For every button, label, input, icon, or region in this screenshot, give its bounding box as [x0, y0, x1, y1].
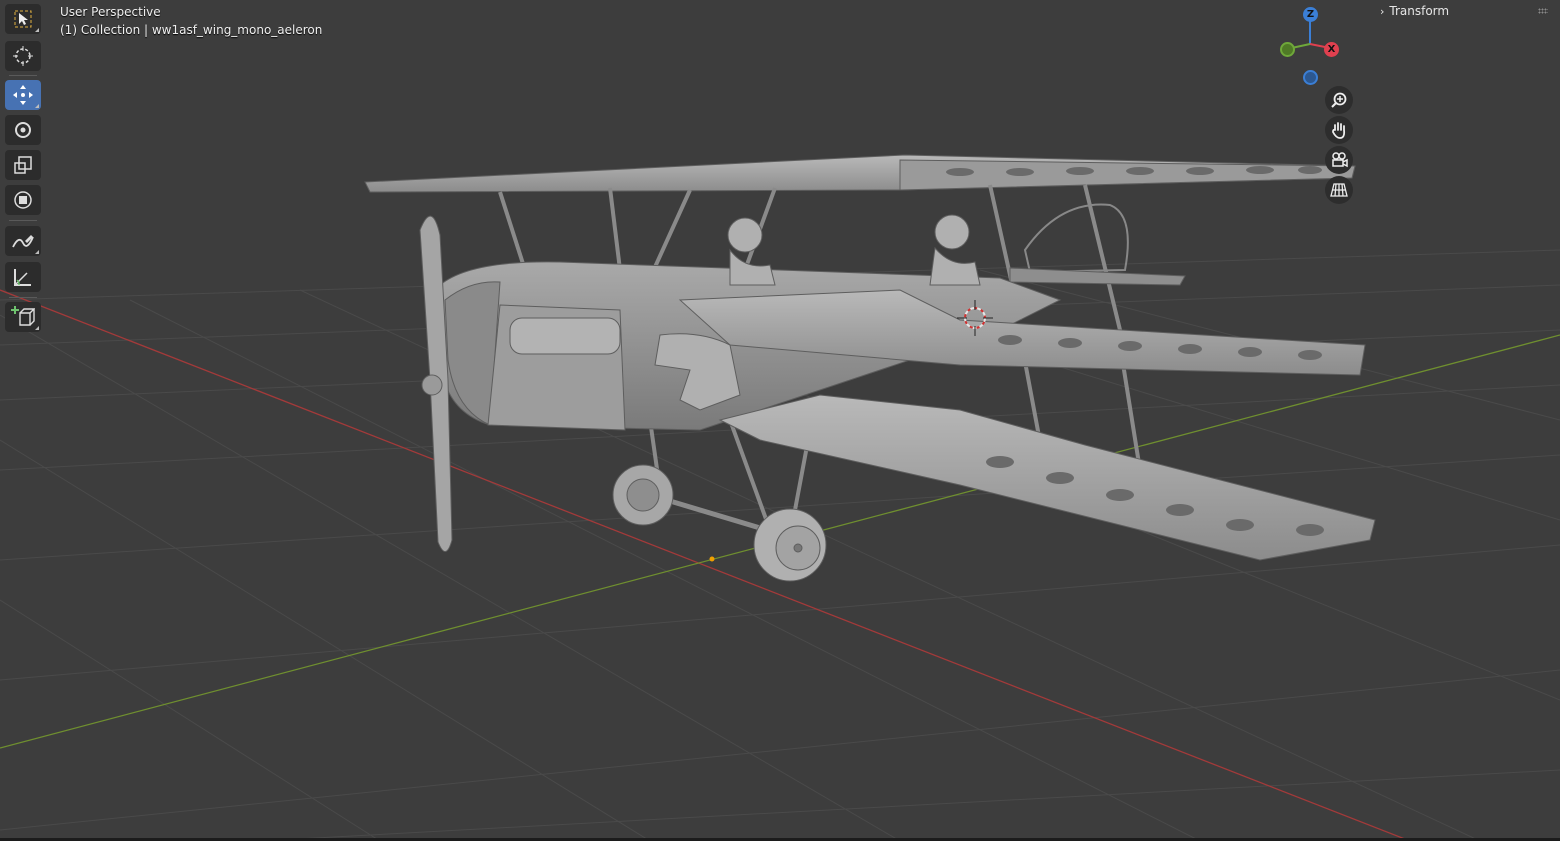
- gizmo-z-axis[interactable]: Z: [1303, 7, 1318, 22]
- x-axis-label: X: [1327, 44, 1336, 55]
- cursor-icon: [13, 46, 33, 66]
- measure-tool[interactable]: [5, 262, 41, 292]
- z-axis-label: Z: [1306, 9, 1315, 20]
- gizmo-x-axis[interactable]: X: [1324, 42, 1339, 57]
- hand-icon: [1332, 122, 1346, 139]
- transform-label: Transform: [1389, 4, 1450, 18]
- chevron-right-icon: ›: [1380, 4, 1385, 18]
- zoom-icon: [1331, 92, 1347, 108]
- gizmo-neg-z-axis[interactable]: [1303, 70, 1318, 85]
- move-tool[interactable]: [5, 80, 41, 110]
- scale-tool[interactable]: [5, 150, 41, 180]
- navigation-gizmo[interactable]: Z X: [1272, 2, 1352, 86]
- grid-icon: [1330, 183, 1348, 197]
- transform-tool[interactable]: [5, 185, 41, 215]
- add-cube-tool[interactable]: [5, 302, 41, 332]
- annotate-icon: [12, 235, 34, 248]
- annotate-tool[interactable]: [5, 226, 41, 256]
- rotate-icon: [15, 122, 31, 138]
- pan-button[interactable]: [1325, 116, 1353, 144]
- move-icon: [13, 85, 33, 105]
- viewport-mode-label: User Perspective: [60, 5, 161, 19]
- 3d-viewport[interactable]: User Perspective (1) Collection | ww1asf…: [0, 0, 1560, 841]
- world-origin: [709, 556, 715, 562]
- cursor-tool[interactable]: [5, 41, 41, 71]
- scale-icon: [14, 156, 32, 174]
- select-box-tool[interactable]: [5, 4, 41, 34]
- transform-icon: [14, 191, 32, 209]
- ortho-toggle-button[interactable]: [1325, 176, 1353, 204]
- measure-icon: [14, 269, 31, 286]
- zoom-button[interactable]: [1325, 86, 1353, 114]
- add-cube-icon: [11, 306, 35, 326]
- gizmo-neg-y-axis[interactable]: [1280, 42, 1295, 57]
- sidebar-transform-panel[interactable]: › Transform: [1372, 2, 1560, 20]
- drag-handle-icon[interactable]: [1538, 8, 1548, 14]
- camera-view-button[interactable]: [1325, 146, 1353, 174]
- camera-icon: [1332, 152, 1348, 168]
- select-box-icon: [14, 10, 32, 28]
- collection-label: (1) Collection | ww1asf_wing_mono_aelero…: [60, 23, 323, 37]
- rotate-tool[interactable]: [5, 115, 41, 145]
